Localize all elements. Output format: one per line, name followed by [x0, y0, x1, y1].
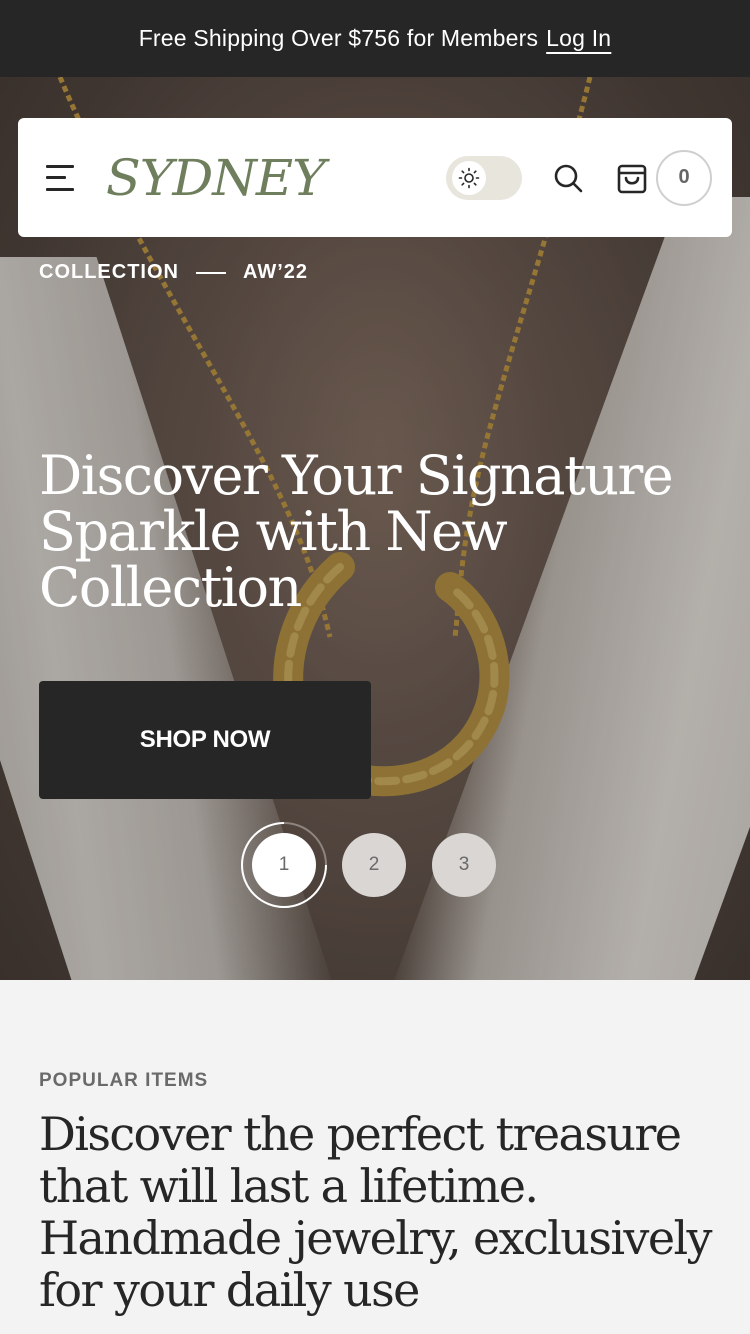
hero-title: Discover Your Signature Sparkle with New… [39, 444, 674, 619]
eyebrow-divider [196, 271, 226, 274]
search-icon[interactable] [548, 158, 588, 198]
announcement-bar: Free Shipping Over $756 for Members Log … [0, 0, 750, 77]
slide-pagination: 1 2 3 [0, 833, 750, 897]
login-link[interactable]: Log In [546, 25, 611, 52]
site-logo[interactable]: SYDNEY [106, 149, 326, 207]
theme-toggle[interactable] [446, 155, 522, 200]
popular-items-section: POPULAR ITEMS Discover the perfect treas… [0, 980, 750, 1334]
shopping-bag-icon[interactable] [612, 158, 652, 198]
sun-icon [452, 160, 486, 195]
slide-dot-1[interactable]: 1 [252, 833, 316, 897]
site-header: SYDNEY 0 [18, 118, 732, 237]
slide-dot-2[interactable]: 2 [342, 833, 406, 897]
slide-dot-3[interactable]: 3 [432, 833, 496, 897]
hero-eyebrow: COLLECTION AW’22 [39, 261, 308, 284]
eyebrow-season: AW’22 [243, 261, 309, 283]
section-label: POPULAR ITEMS [39, 1070, 209, 1091]
cart-count-badge[interactable]: 0 [656, 149, 712, 206]
hamburger-menu-icon[interactable] [46, 164, 76, 191]
section-heading: Discover the perfect treasure that will … [39, 1107, 713, 1317]
header-actions: 0 [446, 149, 712, 206]
shop-now-button[interactable]: SHOP NOW [39, 681, 371, 799]
eyebrow-collection: COLLECTION [39, 261, 179, 283]
announcement-text: Free Shipping Over $756 for Members [138, 25, 539, 51]
